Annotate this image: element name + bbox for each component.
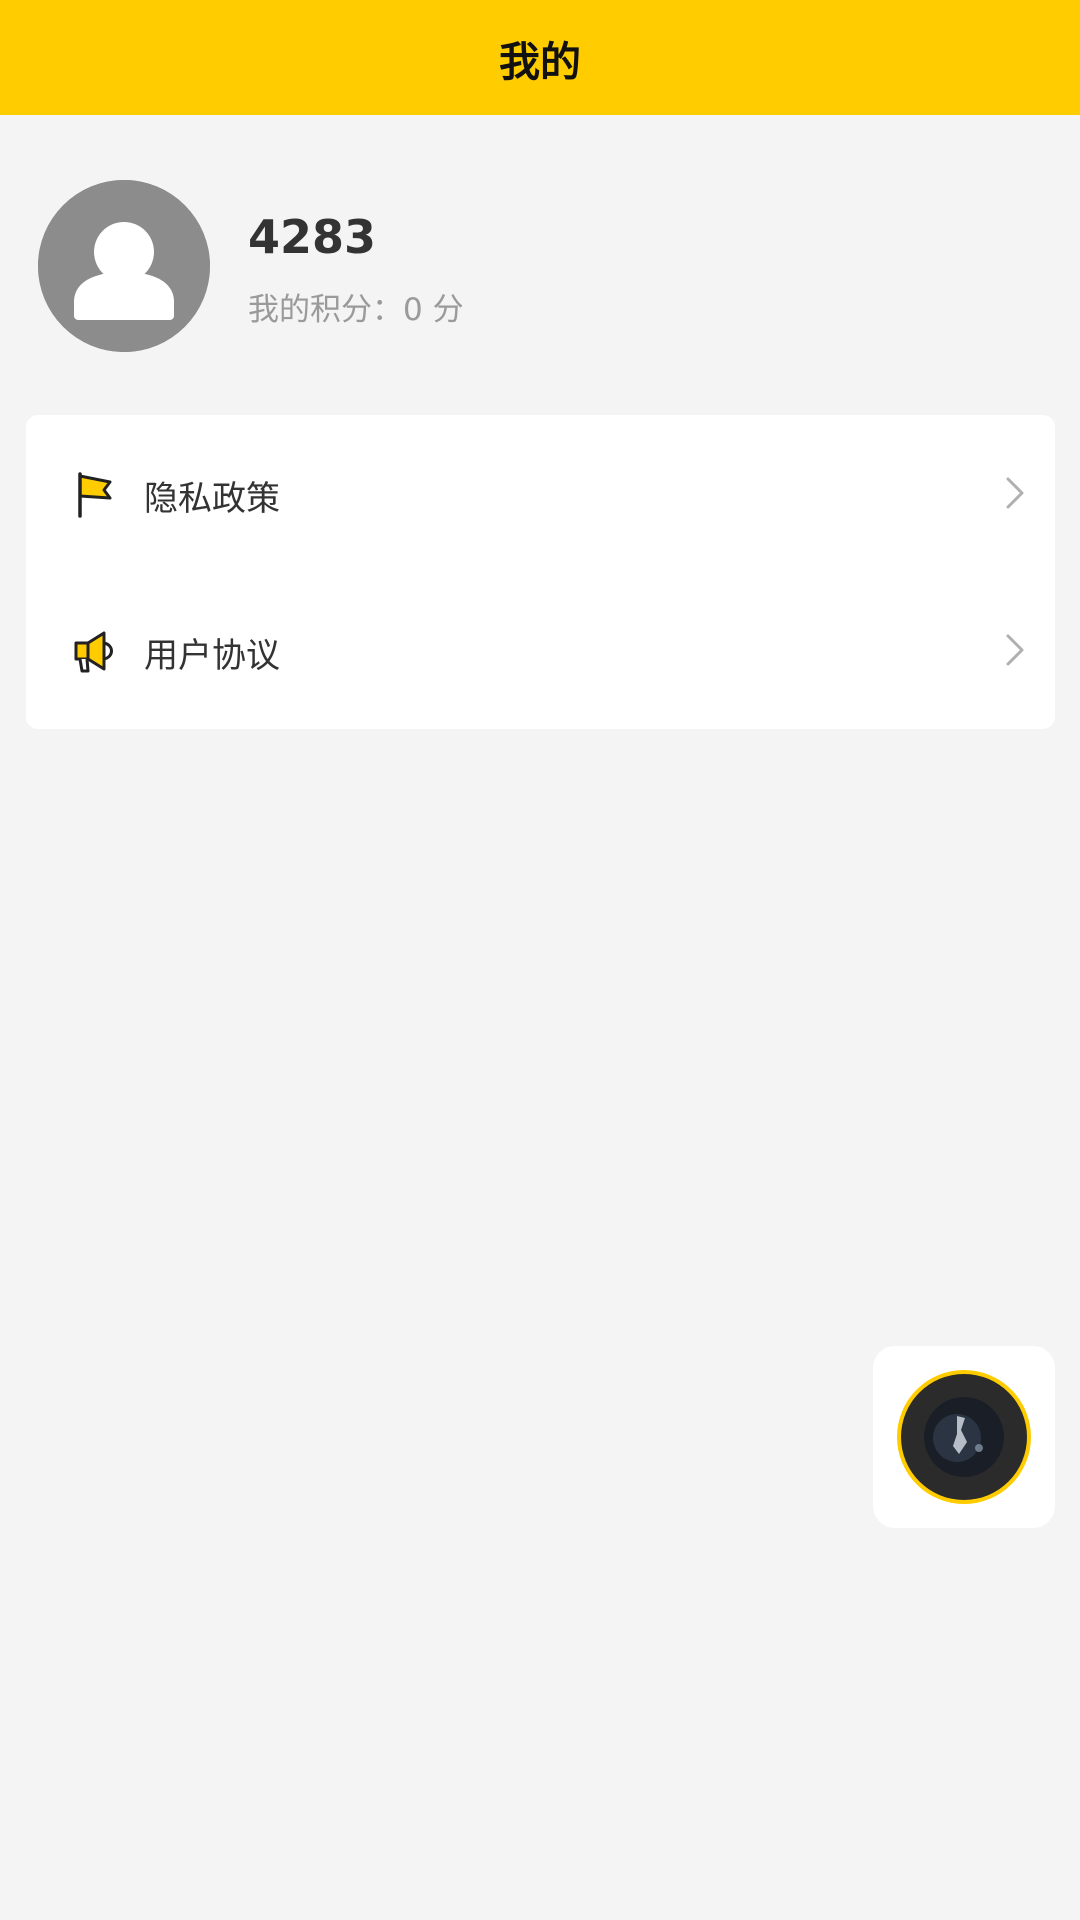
menu-item-user-agreement[interactable]: 用户协议 [26, 572, 1055, 729]
megaphone-icon [70, 627, 118, 675]
username: 4283 [248, 210, 377, 264]
menu-item-label: 隐私政策 [144, 479, 280, 519]
top-bar: 我的 [0, 0, 1080, 115]
floating-music-button[interactable] [873, 1346, 1055, 1528]
user-avatar-icon[interactable] [38, 180, 210, 352]
points-text: 我的积分：0 分 [248, 292, 464, 328]
flag-icon [70, 470, 118, 518]
profile-section: 4283 我的积分：0 分 [38, 180, 1038, 352]
profile-page: 我的 4283 我的积分：0 分 隐私政策 用户协议 [0, 0, 1080, 1920]
chevron-right-icon [1003, 475, 1027, 511]
menu-item-label: 用户协议 [144, 636, 280, 676]
chevron-right-icon [1003, 632, 1027, 668]
music-disc-icon [895, 1368, 1033, 1506]
page-title: 我的 [499, 37, 581, 86]
menu-item-privacy-policy[interactable]: 隐私政策 [26, 415, 1055, 572]
menu-card: 隐私政策 用户协议 [26, 415, 1055, 729]
